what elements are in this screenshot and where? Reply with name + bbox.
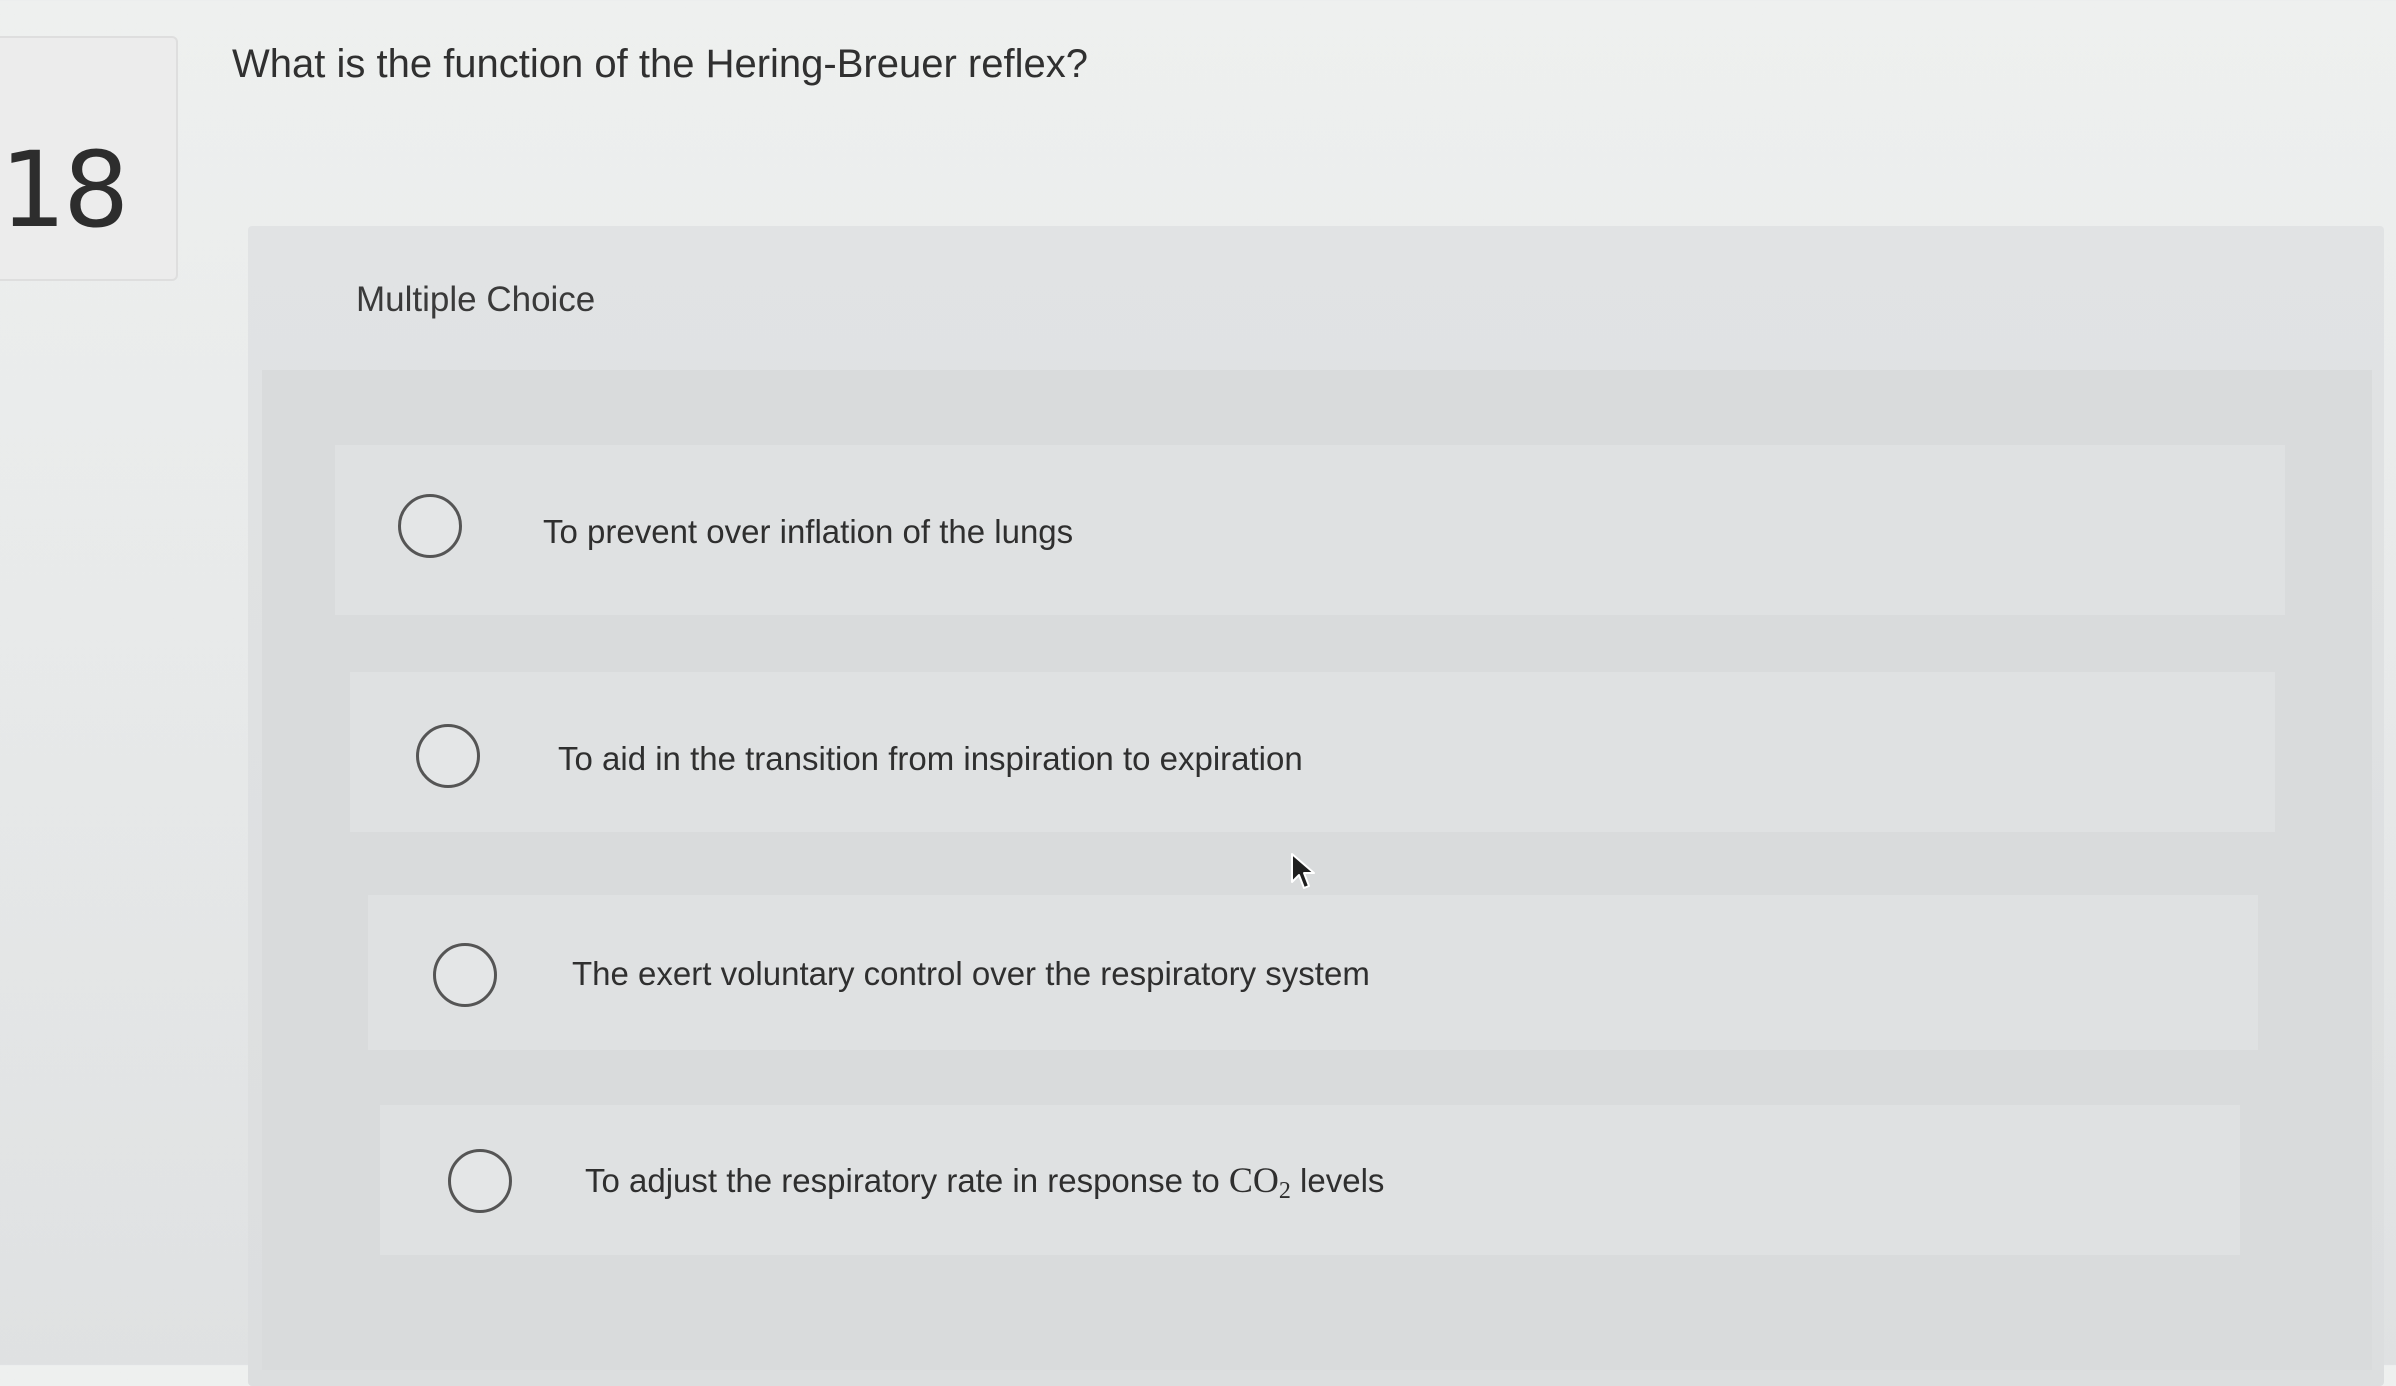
mouse-pointer-icon: [1291, 853, 1315, 889]
option-4-label-end: levels: [1300, 1162, 1385, 1199]
option-3[interactable]: The exert voluntary control over the res…: [368, 895, 2258, 1050]
option-1-label: To prevent over inflation of the lungs: [543, 513, 1074, 550]
radio-unselected-icon[interactable]: [398, 494, 462, 558]
option-1[interactable]: To prevent over inflation of the lungs: [335, 445, 2285, 615]
question-text: What is the function of the Hering-Breue…: [232, 42, 1088, 86]
option-2[interactable]: To aid in the transition from inspiratio…: [350, 672, 2275, 832]
option-4[interactable]: To adjust the respiratory rate in respon…: [380, 1105, 2240, 1255]
co2-formula: CO2: [1228, 1160, 1291, 1204]
option-4-label-start: To adjust the respiratory rate in respon…: [585, 1162, 1220, 1199]
option-3-label: The exert voluntary control over the res…: [572, 955, 1370, 992]
question-number-box: 18: [0, 36, 178, 281]
co2-formula-subscript: 2: [1278, 1178, 1291, 1204]
radio-unselected-icon[interactable]: [416, 724, 480, 788]
radio-unselected-icon[interactable]: [433, 943, 497, 1007]
question-type-label: Multiple Choice: [356, 280, 596, 319]
question-number: 18: [0, 129, 129, 251]
option-2-label: To aid in the transition from inspiratio…: [558, 740, 1303, 777]
radio-unselected-icon[interactable]: [448, 1149, 512, 1213]
co2-formula-base: CO: [1228, 1160, 1279, 1200]
option-4-label: To adjust the respiratory rate in respon…: [585, 1159, 1384, 1205]
